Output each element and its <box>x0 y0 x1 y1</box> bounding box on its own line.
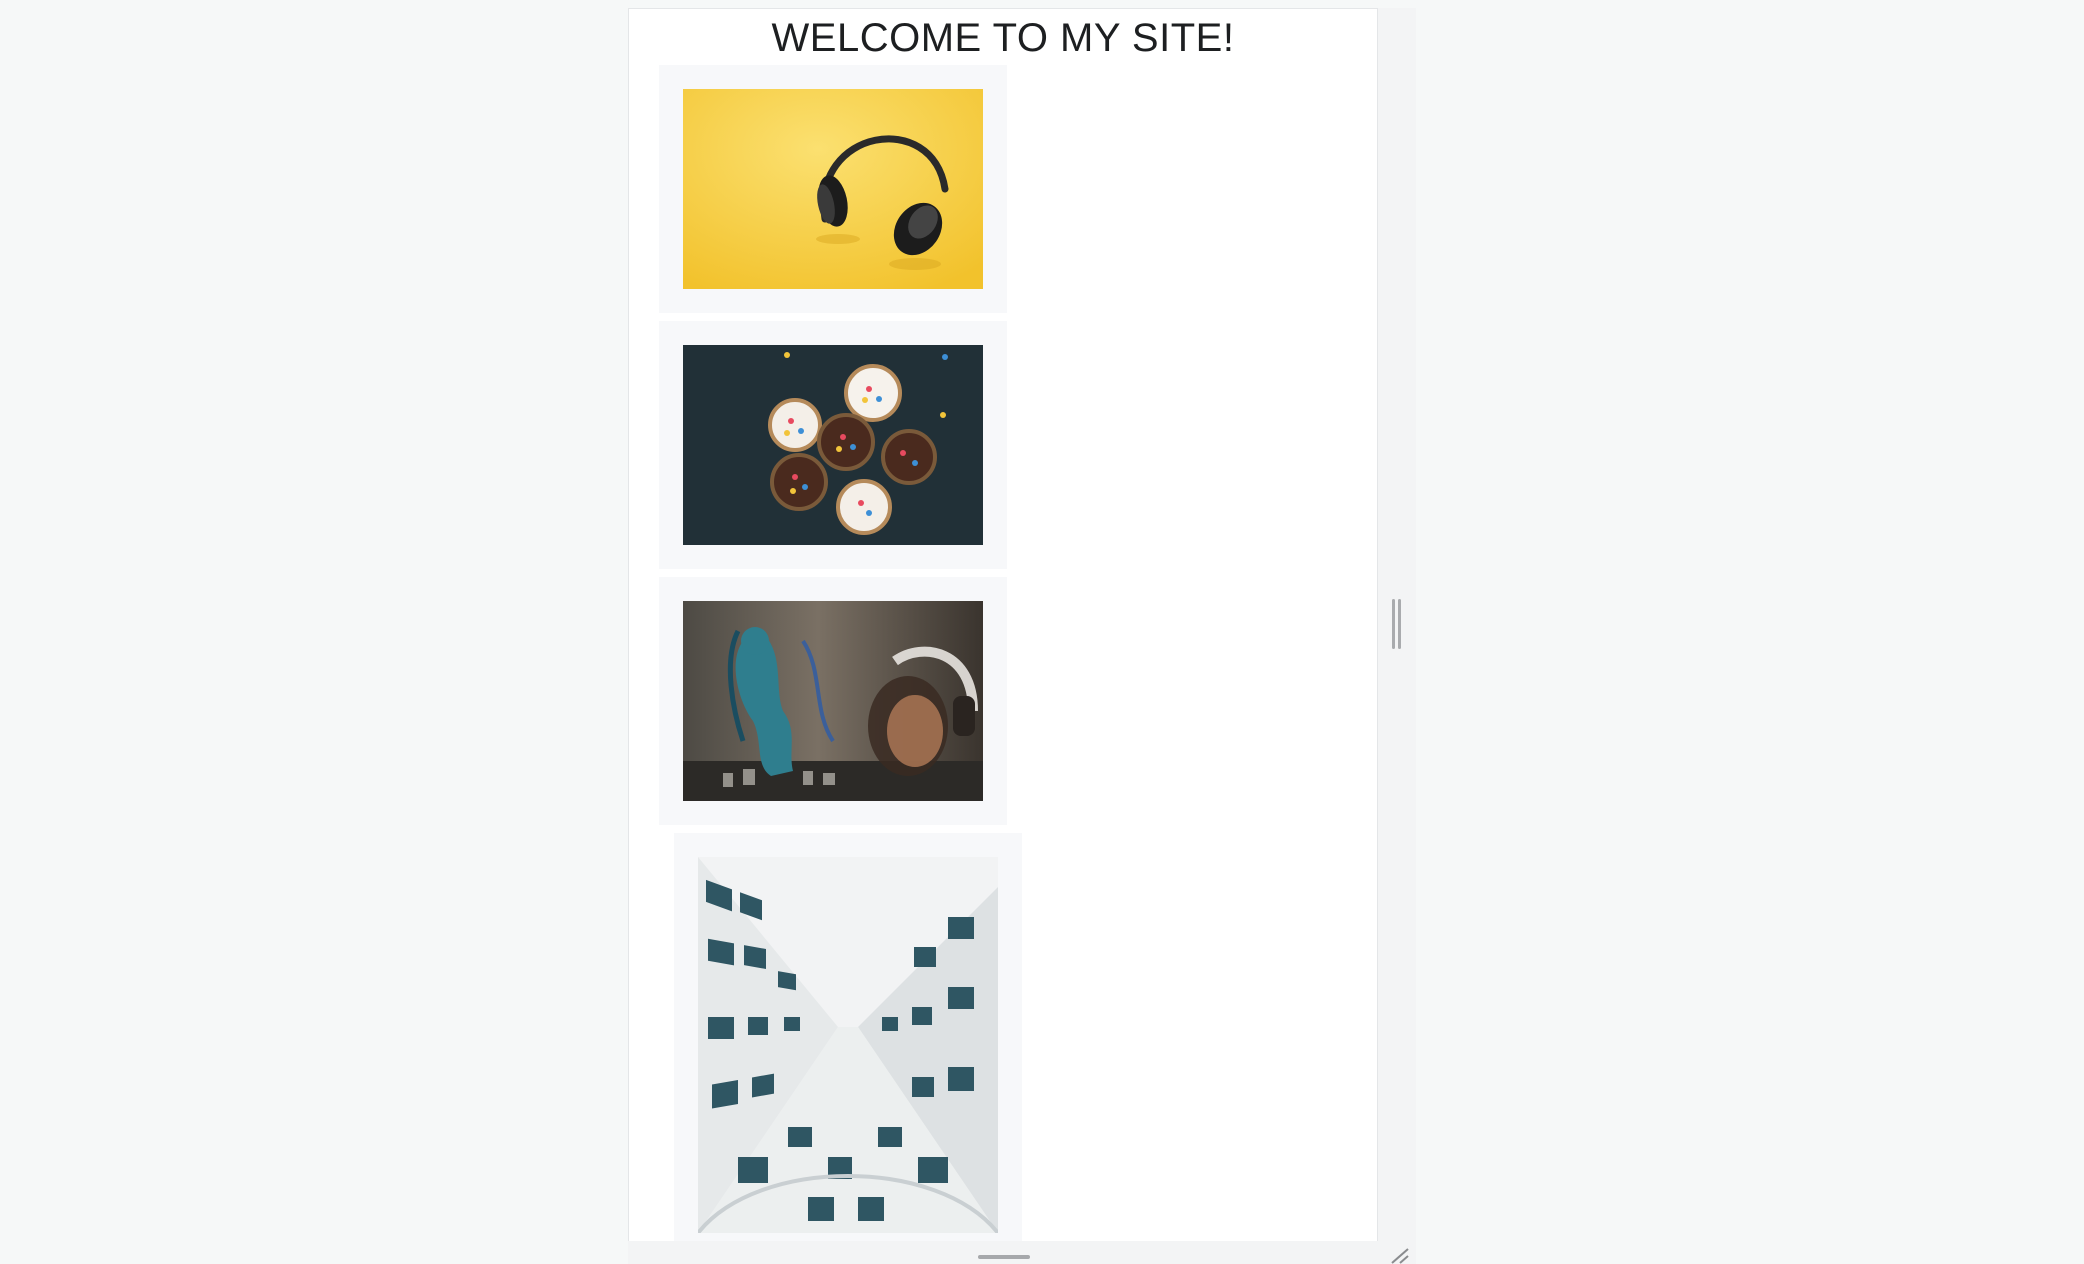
gallery-image-graffiti[interactable] <box>683 601 983 801</box>
grip-line <box>1392 599 1395 649</box>
grip-line <box>1398 599 1401 649</box>
gallery-card <box>659 321 1007 569</box>
gallery-card <box>659 65 1007 313</box>
gallery-image-headphones[interactable] <box>683 89 983 289</box>
page-title: WELCOME TO MY SITE! <box>771 16 1235 60</box>
horizontal-grip-icon[interactable] <box>978 1255 1030 1259</box>
gallery-card <box>659 577 1007 825</box>
gallery-card <box>674 833 1022 1241</box>
gallery-image-cupcakes[interactable] <box>683 345 983 545</box>
resize-corner-icon[interactable] <box>1388 1246 1410 1264</box>
vertical-grip-icon[interactable] <box>1392 599 1401 649</box>
page-content: WELCOME TO MY SITE! <box>628 8 1378 1241</box>
gallery-image-building[interactable] <box>698 857 998 1233</box>
browser-viewport: WELCOME TO MY SITE! <box>628 8 1416 1264</box>
